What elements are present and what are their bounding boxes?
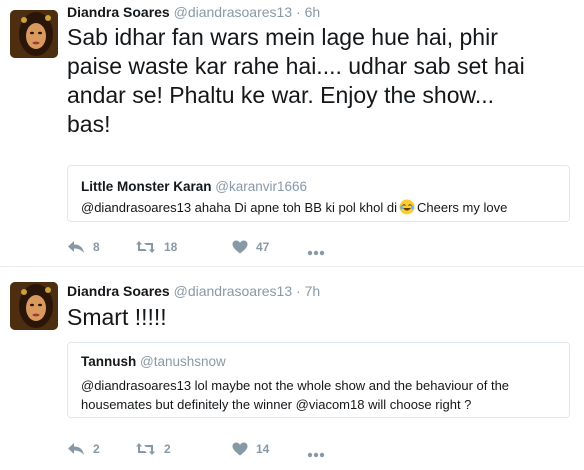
quoted-tweet[interactable]: Little Monster Karan @karanvir1666 @dian…: [67, 165, 570, 222]
more-button[interactable]: [307, 445, 325, 463]
quoted-author-name: Little Monster Karan: [81, 179, 212, 194]
retweet-button[interactable]: 2: [135, 442, 171, 456]
quoted-author-name: Tannush: [81, 354, 137, 369]
laughing-with-tears-emoji: [399, 199, 415, 215]
more-icon: [307, 452, 325, 458]
like-button[interactable]: 47: [232, 240, 269, 254]
like-icon: [232, 442, 248, 456]
tweet-text-line: Smart !!!!!: [67, 304, 167, 330]
quoted-text-line: @diandrasoares13 lol maybe not the whole…: [81, 378, 510, 393]
tweet-text-line: paise waste kar rahe hai.... udhar sab s…: [67, 53, 525, 79]
avatar[interactable]: [10, 282, 58, 330]
timestamp[interactable]: · 6h: [296, 4, 320, 20]
retweet-button[interactable]: 18: [135, 240, 177, 254]
quoted-author-handle: @tanushsnow: [140, 354, 226, 369]
quoted-tweet-text: @diandrasoares13 ahaha Di apne toh BB ki…: [81, 198, 561, 217]
more-button[interactable]: [307, 243, 325, 261]
author-name[interactable]: Diandra Soares: [67, 283, 170, 299]
quoted-text-line: housemates but definitely the winner @vi…: [81, 397, 472, 412]
quoted-author-handle: @karanvir1666: [215, 179, 308, 194]
reply-icon: [68, 443, 84, 455]
reply-count: 2: [93, 442, 100, 456]
reply-count: 8: [93, 240, 100, 254]
like-count: 47: [256, 240, 270, 254]
tweet[interactable]: Diandra Soares @diandrasoares13 · 7h Sma…: [0, 266, 584, 470]
avatar[interactable]: [10, 10, 58, 58]
retweet-count: 2: [164, 442, 171, 456]
tweet-text: Smart !!!!!: [67, 303, 567, 332]
author-handle[interactable]: @diandrasoares13: [174, 4, 293, 20]
tweet-text: Sab idhar fan wars mein lage hue hai, ph…: [67, 23, 567, 139]
like-button[interactable]: 14: [232, 442, 269, 456]
timestamp[interactable]: · 7h: [296, 283, 320, 299]
quoted-tweet[interactable]: Tannush @tanushsnow @diandrasoares13 lol…: [67, 342, 570, 418]
tweet[interactable]: Diandra Soares @diandrasoares13 · 6h Sab…: [0, 0, 584, 266]
retweet-icon: [136, 443, 155, 455]
quoted-tweet-header: Tannush @tanushsnow: [81, 354, 226, 369]
tweet-actions: 8 18 47: [67, 240, 367, 260]
tweet-actions: 2 2 14: [67, 442, 367, 462]
reply-button[interactable]: 2: [67, 442, 100, 456]
author-handle[interactable]: @diandrasoares13: [174, 283, 293, 299]
retweet-icon: [136, 241, 155, 253]
tweet-text-line: andar se! Phaltu ke war. Enjoy the show.…: [67, 82, 495, 108]
like-count: 14: [256, 442, 270, 456]
reply-icon: [68, 241, 84, 253]
quoted-tweet-header: Little Monster Karan @karanvir1666: [81, 179, 307, 194]
quoted-text-segment: @diandrasoares13 ahaha Di apne toh BB ki…: [81, 200, 398, 215]
reply-button[interactable]: 8: [67, 240, 100, 254]
tweet-text-line: Sab idhar fan wars mein lage hue hai, ph…: [67, 24, 498, 50]
author-name[interactable]: Diandra Soares: [67, 4, 170, 20]
tweet-header: Diandra Soares @diandrasoares13 · 7h: [67, 283, 320, 299]
like-icon: [232, 240, 248, 254]
more-icon: [307, 250, 325, 256]
quoted-tweet-text: @diandrasoares13 lol maybe not the whole…: [81, 376, 561, 414]
retweet-count: 18: [164, 240, 178, 254]
tweet-text-line: bas!: [67, 111, 111, 137]
quoted-text-segment: Cheers my love: [417, 200, 508, 215]
tweet-header: Diandra Soares @diandrasoares13 · 6h: [67, 4, 320, 20]
